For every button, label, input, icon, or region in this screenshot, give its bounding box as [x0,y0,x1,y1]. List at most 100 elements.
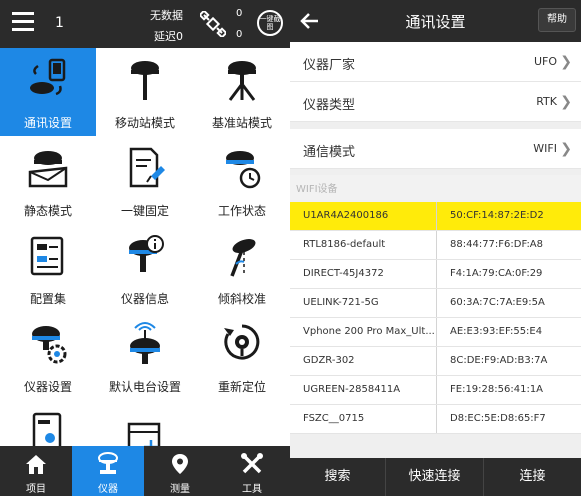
satellite-count: 0 [236,8,243,19]
wifi-device-row[interactable]: RTL8186-default 88:44:77:F6:DF:A8 [290,231,581,260]
grid-item-base-mode[interactable]: 基准站模式 [194,48,290,136]
device-name: GDZR-302 [303,355,355,366]
radio-antenna-icon [130,322,160,364]
device-mac: 60:3A:7C:7A:E9:5A [436,289,581,317]
grid-item-label: 倾斜校准 [217,292,266,306]
row-manufacturer[interactable]: 仪器厂家 UFO ❯ [290,42,581,82]
snapshot-button[interactable]: 一键截图 [257,10,283,36]
device-mac: F4:1A:79:CA:0F:29 [436,260,581,288]
add-window-icon [127,422,161,446]
help-button[interactable]: 帮助 [538,8,576,32]
rover-pole-icon [131,61,159,100]
nav-label: 测量 [170,484,190,495]
grid-item-user-document[interactable] [0,400,96,446]
device-name: UGREEN-2858411A [303,384,401,395]
comm-settings-panel: 通讯设置 帮助 仪器厂家 UFO ❯ 仪器类型 RTK ❯ 通信模式 WIFI … [290,0,581,496]
tools-icon [241,453,263,474]
wifi-device-row[interactable]: UELINK-721-5G 60:3A:7C:7A:E9:5A [290,289,581,318]
section-label: WIFI设备 [296,184,338,195]
grid-item-instrument-settings[interactable]: 仪器设置 [0,312,96,400]
device-name: Vphone 200 Pro Max_Ult... [303,326,435,337]
row-label: 通信模式 [303,145,356,160]
receiver-info-icon [129,235,164,272]
row-label: 仪器类型 [303,98,356,113]
device-name: U1AR4A2400186 [303,210,389,221]
receiver-gear-icon [32,326,67,364]
grid-item-static-mode[interactable]: 静态模式 [0,136,96,224]
device-name: FSZC__0715 [303,413,365,424]
grid-item-label: 仪器设置 [23,380,72,394]
wifi-device-row[interactable]: FSZC__0715 D8:EC:5E:D8:65:F7 [290,405,581,434]
bottom-nav: 项目 仪器 测量 工具 [0,446,290,496]
grid-item-rover-mode[interactable]: 移动站模式 [97,48,193,136]
row-comm-mode[interactable]: 通信模式 WIFI ❯ [290,129,581,169]
device-mac: 88:44:77:F6:DF:A8 [436,231,581,259]
nav-label: 项目 [26,484,46,495]
device-name: DIRECT-45J4372 [303,268,384,279]
wifi-device-row[interactable]: U1AR4A2400186 50:CF:14:87:2E:D2 [290,202,581,231]
grid-item-default-radio[interactable]: 默认电台设置 [97,312,193,400]
grid-item-label: 静态模式 [23,204,72,218]
row-value: UFO [533,55,557,68]
action-bar: 搜索 快速连接 连接 [290,458,581,496]
wifi-device-row[interactable]: Vphone 200 Pro Max_Ult... AE:E3:93:EF:55… [290,318,581,347]
search-button[interactable]: 搜索 [290,458,386,496]
nav-tab-survey[interactable]: 测量 [144,446,216,496]
connect-button[interactable]: 连接 [484,458,581,496]
menu-icon[interactable] [12,12,34,34]
wifi-device-row[interactable]: DIRECT-45J4372 F4:1A:79:CA:0F:29 [290,260,581,289]
base-tripod-icon [228,61,256,101]
satellite-icon[interactable] [200,11,226,37]
chevron-right-icon: ❯ [560,54,572,70]
wifi-device-row[interactable]: UGREEN-2858411A FE:19:28:56:41:1A [290,376,581,405]
tilt-calibration-icon [230,239,256,277]
row-label: 仪器厂家 [303,58,356,73]
device-mac: 8C:DE:F9:AD:B3:7A [436,347,581,375]
device-mac: D8:EC:5E:D8:65:F7 [436,405,581,433]
instrument-icon [98,452,118,474]
grid-item-label: 通讯设置 [23,116,72,130]
grid-item-one-key-fix[interactable]: 一键固定 [97,136,193,224]
grid-item-work-status[interactable]: 工作状态 [194,136,290,224]
grid-item-label: 配置集 [29,292,66,306]
quick-connect-button[interactable]: 快速连接 [386,458,484,496]
grid-item-config-set[interactable]: 配置集 [0,224,96,312]
instrument-number: 1 [55,15,64,31]
device-mac: FE:19:28:56:41:1A [436,376,581,404]
document-pin-icon [129,147,165,188]
grid-item-instrument-info[interactable]: 仪器信息 [97,224,193,312]
home-icon [26,455,46,474]
latency-status: 延迟0 [154,30,183,43]
map-pin-icon [172,454,188,474]
receiver-clock-icon [226,151,261,189]
grid-item-add-window[interactable] [97,400,193,446]
static-receiver-icon [28,151,68,188]
used-count: 0 [236,29,243,40]
data-status: 无数据 [150,9,183,22]
function-grid: 通讯设置 移动站模式 基准站模式 静态模式 一键固定 工作状态 配置集 仪器信息… [0,48,290,446]
grid-item-label: 重新定位 [217,380,266,394]
instrument-panel: 1 无数据 延迟0 0 0 一键截图 通讯设置 移动站模式 基准站模式 静态模式… [0,0,290,496]
relocate-icon [224,324,260,360]
wifi-section-header: WIFI设备 [290,175,581,200]
grid-item-relocate[interactable]: 重新定位 [194,312,290,400]
device-name: UELINK-721-5G [303,297,379,308]
grid-item-tilt-calibration[interactable]: 倾斜校准 [194,224,290,312]
nav-tab-project[interactable]: 项目 [0,446,72,496]
device-mac: AE:E3:93:EF:55:E4 [436,318,581,346]
user-document-icon [32,412,62,446]
grid-item-label: 一键固定 [120,204,169,218]
wifi-device-row[interactable]: GDZR-302 8C:DE:F9:AD:B3:7A [290,347,581,376]
nav-tab-tools[interactable]: 工具 [216,446,288,496]
row-value: RTK [536,95,557,108]
grid-item-label: 移动站模式 [114,116,175,130]
chevron-right-icon: ❯ [560,94,572,110]
row-value: WIFI [533,142,557,155]
row-instrument-type[interactable]: 仪器类型 RTK ❯ [290,82,581,122]
device-name: RTL8186-default [303,239,386,250]
grid-item-comm-settings[interactable]: 通讯设置 [0,48,96,136]
grid-item-label: 默认电台设置 [108,380,181,394]
nav-tab-instrument[interactable]: 仪器 [72,446,144,496]
device-mac: 50:CF:14:87:2E:D2 [436,202,581,230]
right-topbar: 通讯设置 帮助 [290,0,581,42]
